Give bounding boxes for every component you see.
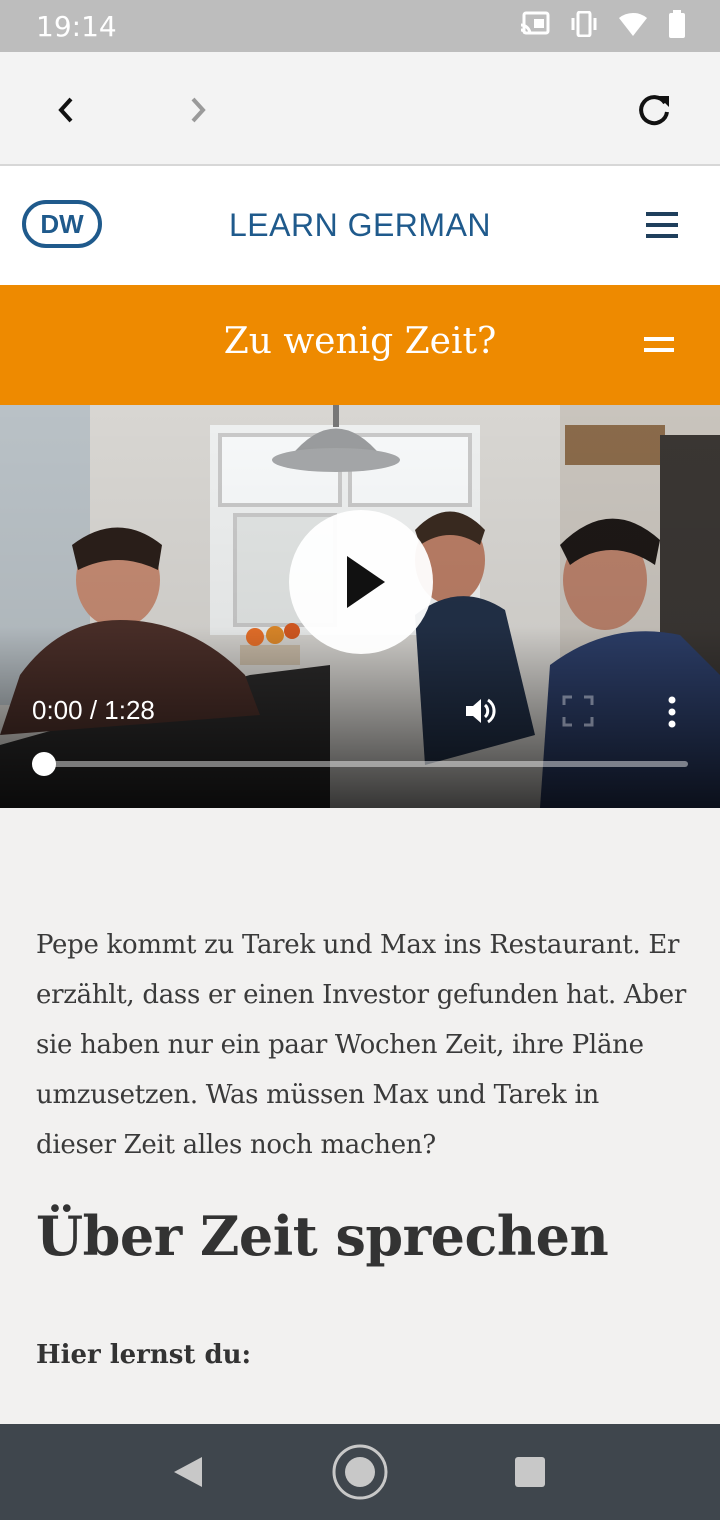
fullscreen-icon[interactable]	[562, 695, 594, 727]
video-progress-track[interactable]	[44, 761, 688, 767]
article-heading: Über Zeit sprechen	[36, 1204, 609, 1268]
browser-forward-button[interactable]	[176, 88, 220, 132]
status-icons	[520, 10, 686, 38]
lesson-banner: Zu wenig Zeit?	[0, 285, 720, 405]
browser-reload-button[interactable]	[632, 88, 676, 132]
site-header: DW LEARN GERMAN	[0, 166, 720, 285]
site-title[interactable]: LEARN GERMAN	[0, 207, 720, 244]
triangle-back-icon[interactable]	[172, 1455, 204, 1489]
cast-icon	[520, 11, 550, 35]
reload-icon	[639, 95, 669, 126]
video-timecode: 0:00 / 1:28	[32, 695, 155, 725]
article-content: Pepe kommt zu Tarek und Max ins Restaura…	[36, 920, 686, 1370]
video-player[interactable]: 0:00 / 1:28	[0, 405, 720, 808]
square-recents-icon[interactable]	[514, 1456, 546, 1488]
article-subheading: Hier lernst du:	[36, 1340, 252, 1370]
battery-icon	[669, 10, 685, 38]
lesson-title: Zu wenig Zeit?	[223, 321, 497, 362]
status-time: 19:14	[36, 10, 117, 43]
system-nav-bar	[0, 1424, 720, 1520]
circle-home-icon[interactable]	[331, 1443, 389, 1501]
wifi-icon	[619, 12, 647, 36]
status-bar: 19:14	[0, 0, 720, 52]
chevron-left-icon	[58, 97, 73, 123]
chevron-right-icon	[191, 97, 206, 123]
browser-toolbar	[0, 52, 720, 166]
vibrate-icon	[571, 11, 597, 37]
hamburger-icon[interactable]	[646, 212, 678, 238]
article-intro: Pepe kommt zu Tarek und Max ins Restaura…	[36, 930, 686, 1160]
video-progress-thumb[interactable]	[32, 752, 56, 776]
play-button[interactable]	[289, 510, 433, 654]
browser-back-button[interactable]	[44, 88, 88, 132]
volume-icon[interactable]	[462, 693, 498, 729]
more-vertical-icon[interactable]	[660, 695, 684, 729]
play-icon	[347, 556, 385, 608]
equals-menu-icon[interactable]	[644, 335, 674, 355]
